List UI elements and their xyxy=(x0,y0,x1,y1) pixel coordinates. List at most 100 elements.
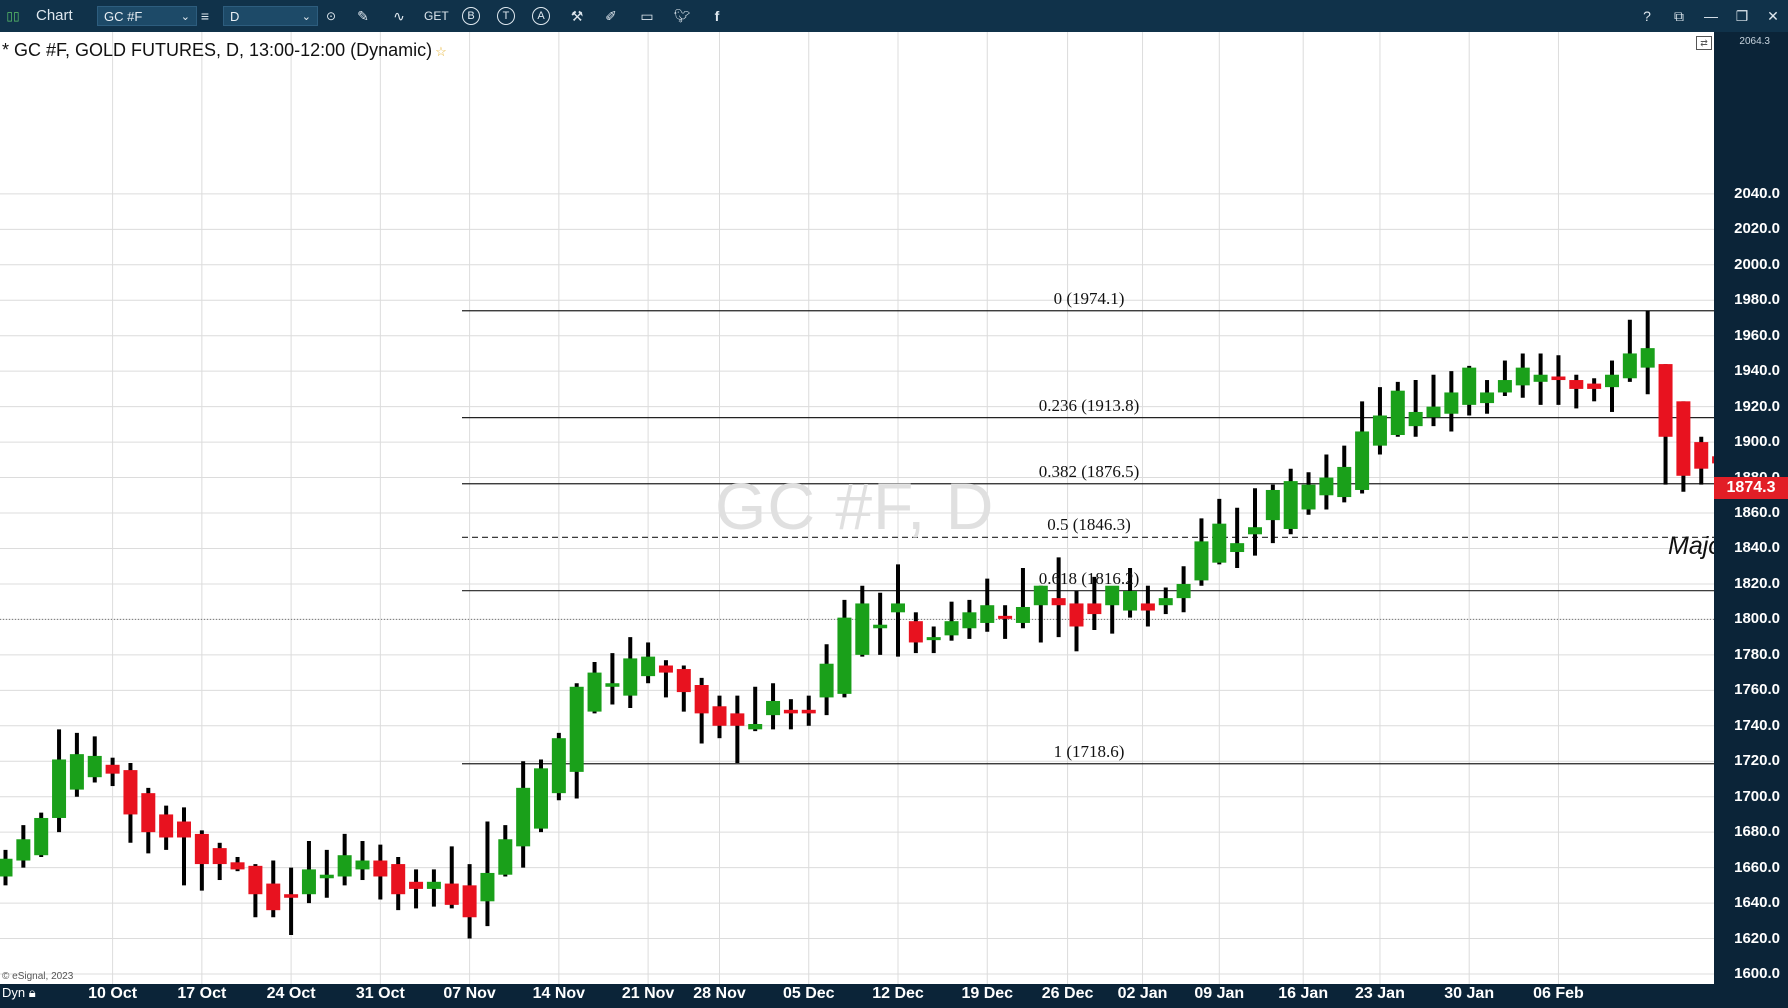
candle-body-down xyxy=(658,665,673,673)
candle-body-up xyxy=(587,672,602,712)
twitter-icon[interactable]: 🐦︎ xyxy=(671,6,693,26)
candle-body-up xyxy=(551,738,566,794)
date-tick-label: 06 Feb xyxy=(1533,985,1584,1002)
candle-body-up xyxy=(301,869,316,895)
candle-body-up xyxy=(1355,431,1370,490)
wave-icon[interactable]: ∿ xyxy=(388,6,410,26)
candle-body-down xyxy=(783,709,798,714)
price-tick-label: 1680.0 xyxy=(1734,823,1780,841)
candle-body-up xyxy=(748,724,763,730)
pencil-icon[interactable]: ✎ xyxy=(352,6,374,26)
price-tick-label: 1600.0 xyxy=(1734,965,1780,982)
fib-level-label: 0.236 (1913.8) xyxy=(1038,395,1140,415)
candle-body-up xyxy=(1337,466,1352,498)
close-icon[interactable]: ✕ xyxy=(1762,6,1784,26)
window-title: Chart xyxy=(36,7,73,24)
candle-body-up xyxy=(1622,353,1637,379)
candle-body-down xyxy=(694,685,709,714)
price-tick-label: 1760.0 xyxy=(1734,681,1780,699)
date-tick-label: 17 Oct xyxy=(177,985,227,1002)
candle-body-up xyxy=(319,874,334,879)
date-tick-label: 23 Jan xyxy=(1355,985,1405,1002)
candle-body-up xyxy=(52,759,67,818)
candle-body-up xyxy=(873,624,888,629)
axis-top-value: 2064.3 xyxy=(1739,36,1770,47)
candle-body-down xyxy=(1140,603,1155,611)
candle-body-up xyxy=(1265,489,1280,521)
candle-body-up xyxy=(837,617,852,694)
app-toolbar: ▯▯ Chart GC #F ⌄ ≡ D ⌄ ⊙ ✎ ∿ GET B T A ⚒… xyxy=(0,0,1788,32)
candle-body-up xyxy=(926,637,941,641)
star-icon[interactable]: ☆ xyxy=(435,44,447,59)
price-tick-label: 1940.0 xyxy=(1734,362,1780,380)
price-tick-label: 1780.0 xyxy=(1734,645,1780,663)
candle-body-up xyxy=(1372,415,1387,446)
fib-level-label: 1 (1718.6) xyxy=(1053,741,1125,761)
price-axis[interactable]: 1600.0 1620.0 1640.0 1660.0 1680.0 1700.0 1720… xyxy=(1714,32,1788,984)
chart-annotation-small: 7.5 xyxy=(758,624,779,641)
candle-body-up xyxy=(1408,411,1423,427)
price-tick-label: 1960.0 xyxy=(1734,326,1780,344)
get-icon[interactable]: GET xyxy=(424,6,449,26)
symbol-dropdown[interactable]: GC #F ⌄ xyxy=(97,6,197,26)
date-tick-label: 02 Jan xyxy=(1117,985,1168,1002)
edit-icon[interactable]: ✐ xyxy=(600,6,622,26)
date-tick-label: 07 Nov xyxy=(443,985,496,1002)
candle-body-up xyxy=(498,839,513,875)
t-circle-icon[interactable]: T xyxy=(497,7,515,25)
interval-dropdown[interactable]: D ⌄ xyxy=(223,6,318,26)
candle-body-up xyxy=(1426,406,1441,418)
date-tick-label: 26 Dec xyxy=(1041,985,1094,1002)
candle-body-up xyxy=(1497,380,1512,393)
help-icon[interactable]: ? xyxy=(1636,6,1658,26)
candle-body-down xyxy=(105,764,120,774)
chart-watermark: GC #F, D xyxy=(715,469,995,543)
price-tick-label: 1900.0 xyxy=(1734,433,1780,451)
date-tick-label: 14 Nov xyxy=(532,985,586,1002)
a-circle-icon[interactable]: A xyxy=(532,7,550,25)
price-tick-label: 2020.0 xyxy=(1734,220,1780,238)
candle-body-up xyxy=(1515,367,1530,386)
candle-body-down xyxy=(712,706,727,726)
candle-body-up xyxy=(605,683,620,687)
candle-body-up xyxy=(891,603,905,613)
fib-level-label: 0.5 (1846.3) xyxy=(1047,515,1131,535)
candle-body-down xyxy=(998,615,1013,619)
price-tick-label: 1660.0 xyxy=(1734,858,1780,876)
price-tick-label: 1700.0 xyxy=(1734,787,1780,805)
axis-toggle-icon[interactable]: ⇄ xyxy=(1696,36,1712,50)
fib-level-label: 0.382 (1876.5) xyxy=(1038,461,1140,481)
candle-body-up xyxy=(0,858,13,877)
candle-body-up xyxy=(516,787,531,847)
candle-body-up xyxy=(962,612,977,629)
candle-body-up xyxy=(34,817,49,856)
facebook-icon[interactable]: f xyxy=(706,6,728,26)
price-tick-label: 2000.0 xyxy=(1734,255,1780,273)
chevron-down-icon: ⌄ xyxy=(180,11,190,23)
restore-icon[interactable]: ⧉ xyxy=(1668,6,1690,26)
candle-body-down xyxy=(266,883,281,911)
candle-body-down xyxy=(159,814,174,838)
candle-body-down xyxy=(248,865,263,895)
price-tick-label: 1860.0 xyxy=(1734,504,1780,522)
candle-body-up xyxy=(569,686,584,772)
fib-level-label: 0 (1974.1) xyxy=(1053,288,1125,308)
maximize-icon[interactable]: ❐ xyxy=(1731,6,1753,26)
minimize-icon[interactable]: — xyxy=(1700,6,1722,26)
lock-icon: 🔒︎ xyxy=(28,985,36,1000)
candle-body-up xyxy=(1212,523,1227,563)
candle-body-up xyxy=(1301,484,1316,510)
candle-body-down xyxy=(284,894,299,898)
candle-body-down xyxy=(177,821,191,838)
comment-icon[interactable]: ▭ xyxy=(636,6,658,26)
dynamic-mode-label[interactable]: Dyn 🔒︎ xyxy=(2,985,36,1001)
b-circle-icon[interactable]: B xyxy=(462,7,480,25)
candle-body-up xyxy=(819,663,834,698)
clock-icon[interactable]: ⊙ xyxy=(320,6,342,26)
candle-body-down xyxy=(1551,376,1566,381)
candle-body-down xyxy=(444,883,459,905)
price-tick-label: 1920.0 xyxy=(1734,397,1780,415)
menu-list-icon[interactable]: ≡ xyxy=(194,6,216,26)
tools-icon[interactable]: ⚒ xyxy=(566,6,588,26)
copyright-text: © eSignal, 2023 xyxy=(2,971,74,982)
